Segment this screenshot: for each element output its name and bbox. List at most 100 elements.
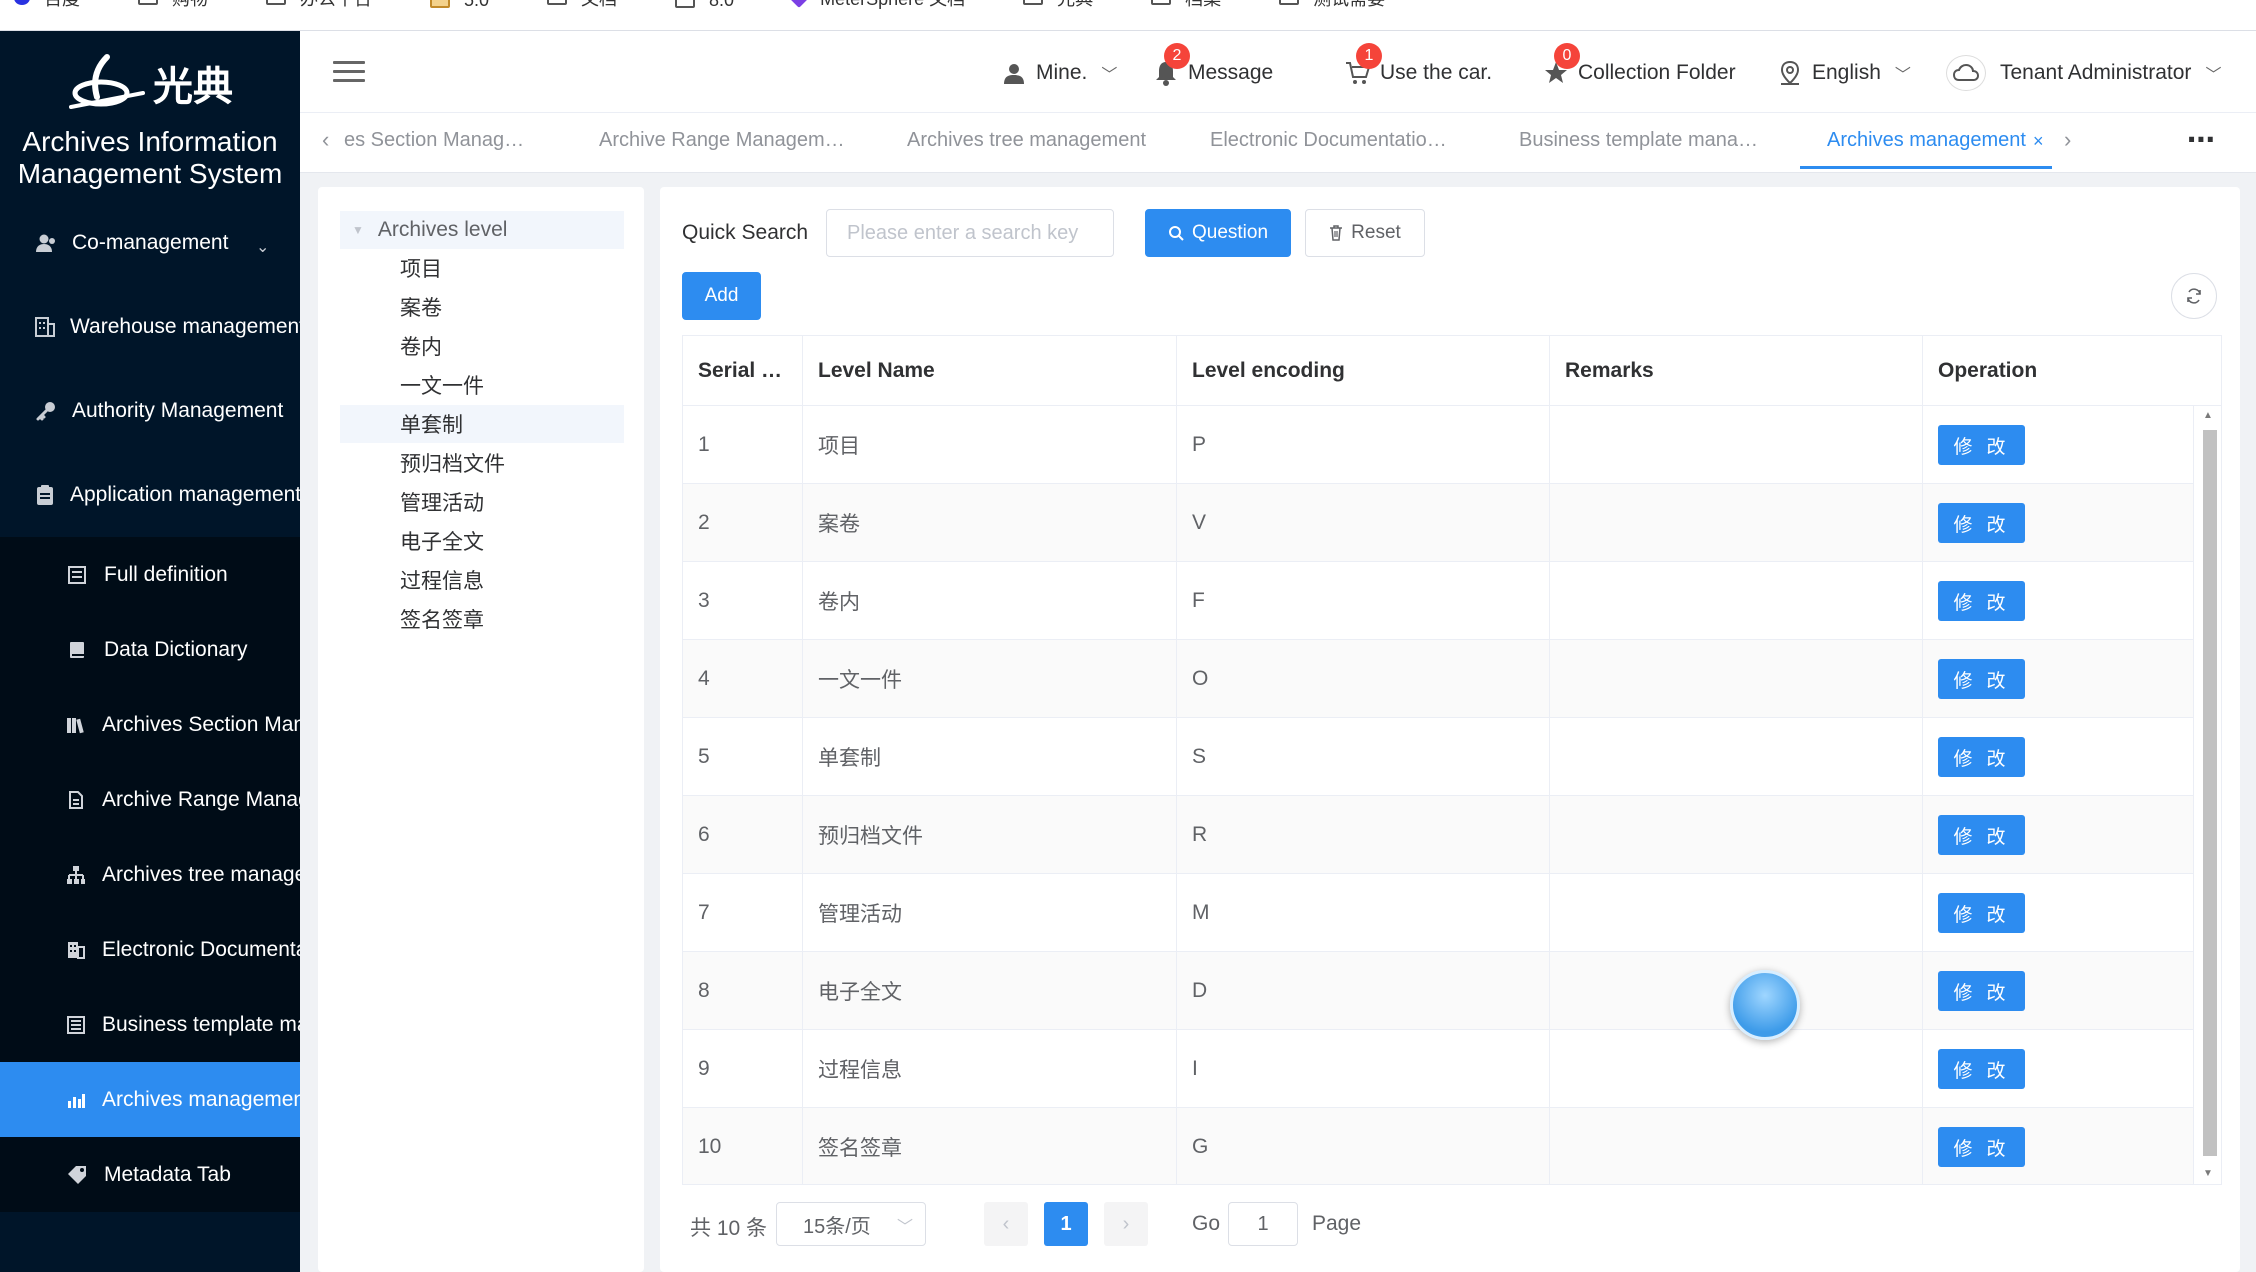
- tabs-prev-arrow[interactable]: ‹: [322, 127, 329, 153]
- cell-serial: 1: [683, 406, 803, 484]
- bookmark-8-0[interactable]: 8.0: [675, 0, 734, 11]
- question-button[interactable]: Question: [1145, 209, 1291, 257]
- tabs-next-arrow[interactable]: ›: [2064, 127, 2071, 153]
- submenu-item-archives-section[interactable]: Archives Section Management: [0, 687, 300, 762]
- edit-button[interactable]: 修 改: [1938, 893, 2025, 933]
- edit-button[interactable]: 修 改: [1938, 815, 2025, 855]
- bookmark-docs[interactable]: 文档: [547, 0, 617, 11]
- reset-button[interactable]: Reset: [1305, 209, 1425, 257]
- submenu-item-full-definition[interactable]: Full definition: [0, 537, 300, 612]
- tree-node[interactable]: 案卷: [340, 288, 624, 326]
- collection-folder-button[interactable]: 0 Collection Folder: [1542, 43, 1736, 91]
- tree-node[interactable]: 一文一件: [340, 366, 624, 404]
- tab-archives-tree[interactable]: Archives tree management: [907, 129, 1147, 152]
- cell-level-encoding: V: [1177, 484, 1550, 562]
- cell-operation: 修 改: [1923, 952, 2193, 1030]
- scrollbar-thumb[interactable]: [2203, 430, 2217, 1156]
- tab-business-template[interactable]: Business template mana…: [1519, 129, 1759, 152]
- submenu-item-metadata-tab[interactable]: Metadata Tab: [0, 1137, 300, 1212]
- page-number-current[interactable]: 1: [1044, 1202, 1088, 1246]
- submenu-item-archives-management[interactable]: Archives management: [0, 1062, 300, 1137]
- tree-root-archives-level[interactable]: ▼ Archives level: [340, 211, 624, 249]
- tree-node-selected[interactable]: 单套制: [340, 405, 624, 443]
- tree-node[interactable]: 管理活动: [340, 483, 624, 521]
- edit-button[interactable]: 修 改: [1938, 737, 2025, 777]
- bookmark-5-0[interactable]: 5.0: [430, 0, 489, 11]
- bookmark-test[interactable]: 测试需要: [1279, 0, 1385, 11]
- column-header-serial[interactable]: Serial …: [683, 336, 803, 406]
- submenu-item-business-template[interactable]: Business template management: [0, 987, 300, 1062]
- cell-level-encoding: I: [1177, 1030, 1550, 1108]
- mine-dropdown[interactable]: Mine. ﹀: [1000, 55, 1117, 91]
- column-header-level-encoding[interactable]: Level encoding: [1177, 336, 1550, 406]
- prev-page-button[interactable]: ‹: [984, 1202, 1028, 1246]
- active-tab-underline: [1800, 166, 2052, 169]
- edit-button[interactable]: 修 改: [1938, 1049, 2025, 1089]
- pagination: 共 10 条 15条/页 ﹀ ‹ 1 › Go Page: [682, 1202, 1382, 1246]
- scroll-down-icon[interactable]: ▼: [2203, 1168, 2213, 1179]
- scroll-up-icon[interactable]: ▲: [2203, 410, 2213, 421]
- cell-operation: 修 改: [1923, 484, 2193, 562]
- archives-level-tree: ▼ Archives level 项目 案卷 卷内 一文一件 单套制 预归档文件…: [318, 187, 644, 1272]
- tab-archive-range[interactable]: Archive Range Managem…: [599, 129, 849, 152]
- use-car-button[interactable]: 1 Use the car.: [1344, 43, 1492, 91]
- tree-node[interactable]: 项目: [340, 249, 624, 287]
- tree-node[interactable]: 预归档文件: [340, 444, 624, 482]
- column-header-level-name[interactable]: Level Name: [803, 336, 1177, 406]
- menu-item-authority[interactable]: Authority Management: [0, 369, 300, 453]
- document-icon: [66, 789, 86, 811]
- tree-node[interactable]: 签名签章: [340, 600, 624, 638]
- search-icon: [1168, 225, 1184, 241]
- edit-button[interactable]: 修 改: [1938, 503, 2025, 543]
- bookmark-office[interactable]: 办公平台: [266, 0, 372, 11]
- bookmark-shopping[interactable]: 购物: [138, 0, 208, 11]
- user-dropdown[interactable]: Tenant Administrator ﹀: [1946, 55, 2221, 91]
- column-header-remarks[interactable]: Remarks: [1550, 336, 1923, 406]
- floating-assistant-button[interactable]: [1730, 970, 1800, 1040]
- bookmark-metersphere[interactable]: MeterSphere 文档: [789, 0, 965, 11]
- bell-icon: 2: [1152, 43, 1190, 87]
- folder-icon: [675, 0, 696, 8]
- menu-item-co-management[interactable]: Co-management ⌄: [0, 201, 300, 285]
- cell-level-name: 管理活动: [803, 874, 1177, 952]
- tree-node[interactable]: 电子全文: [340, 522, 624, 560]
- edit-button[interactable]: 修 改: [1938, 425, 2025, 465]
- edit-button[interactable]: 修 改: [1938, 1127, 2025, 1167]
- menu-item-warehouse[interactable]: Warehouse management: [0, 285, 300, 369]
- tab-archives-management[interactable]: Archives management: [1827, 129, 2027, 152]
- next-page-button[interactable]: ›: [1104, 1202, 1148, 1246]
- submenu-item-archives-tree[interactable]: Archives tree management: [0, 837, 300, 912]
- message-button[interactable]: 2 Message: [1152, 43, 1273, 91]
- menu-item-application[interactable]: Application management: [0, 453, 300, 537]
- submenu-item-data-dictionary[interactable]: Data Dictionary: [0, 612, 300, 687]
- caret-down-icon[interactable]: ▼: [352, 223, 364, 237]
- table-scrollbar[interactable]: ▲ ▼: [2193, 406, 2221, 1184]
- cell-remarks: [1550, 874, 1923, 952]
- submenu-item-electronic-documentation[interactable]: Electronic Documentation: [0, 912, 300, 987]
- language-dropdown[interactable]: English ﹀: [1776, 55, 1911, 91]
- edit-button[interactable]: 修 改: [1938, 971, 2025, 1011]
- clipboard-icon: [34, 483, 56, 507]
- table-row: 6 预归档文件 R 修 改: [683, 796, 2193, 874]
- more-options-icon[interactable]: ⋯: [2187, 123, 2216, 156]
- submenu-item-archive-range[interactable]: Archive Range Management: [0, 762, 300, 837]
- page-size-select[interactable]: 15条/页 ﹀: [776, 1202, 926, 1246]
- search-input[interactable]: [826, 209, 1114, 257]
- add-button[interactable]: Add: [682, 272, 761, 320]
- tree-node[interactable]: 过程信息: [340, 561, 624, 599]
- edit-button[interactable]: 修 改: [1938, 659, 2025, 699]
- cell-serial: 7: [683, 874, 803, 952]
- cell-serial: 6: [683, 796, 803, 874]
- close-icon[interactable]: ×: [2033, 131, 2044, 152]
- refresh-icon[interactable]: [2171, 273, 2217, 319]
- hamburger-menu-icon[interactable]: [333, 61, 365, 83]
- cell-level-name: 电子全文: [803, 952, 1177, 1030]
- edit-button[interactable]: 修 改: [1938, 581, 2025, 621]
- tree-node[interactable]: 卷内: [340, 327, 624, 365]
- bookmark-archives[interactable]: 档案: [1151, 0, 1221, 11]
- tab-archives-section[interactable]: es Section Manag…: [344, 129, 534, 152]
- bookmark-baidu[interactable]: 百度: [14, 0, 80, 11]
- page-jump-input[interactable]: [1228, 1202, 1298, 1246]
- tab-electronic-documentation[interactable]: Electronic Documentatio…: [1210, 129, 1450, 152]
- bookmark-guangdian[interactable]: 光典: [1023, 0, 1093, 11]
